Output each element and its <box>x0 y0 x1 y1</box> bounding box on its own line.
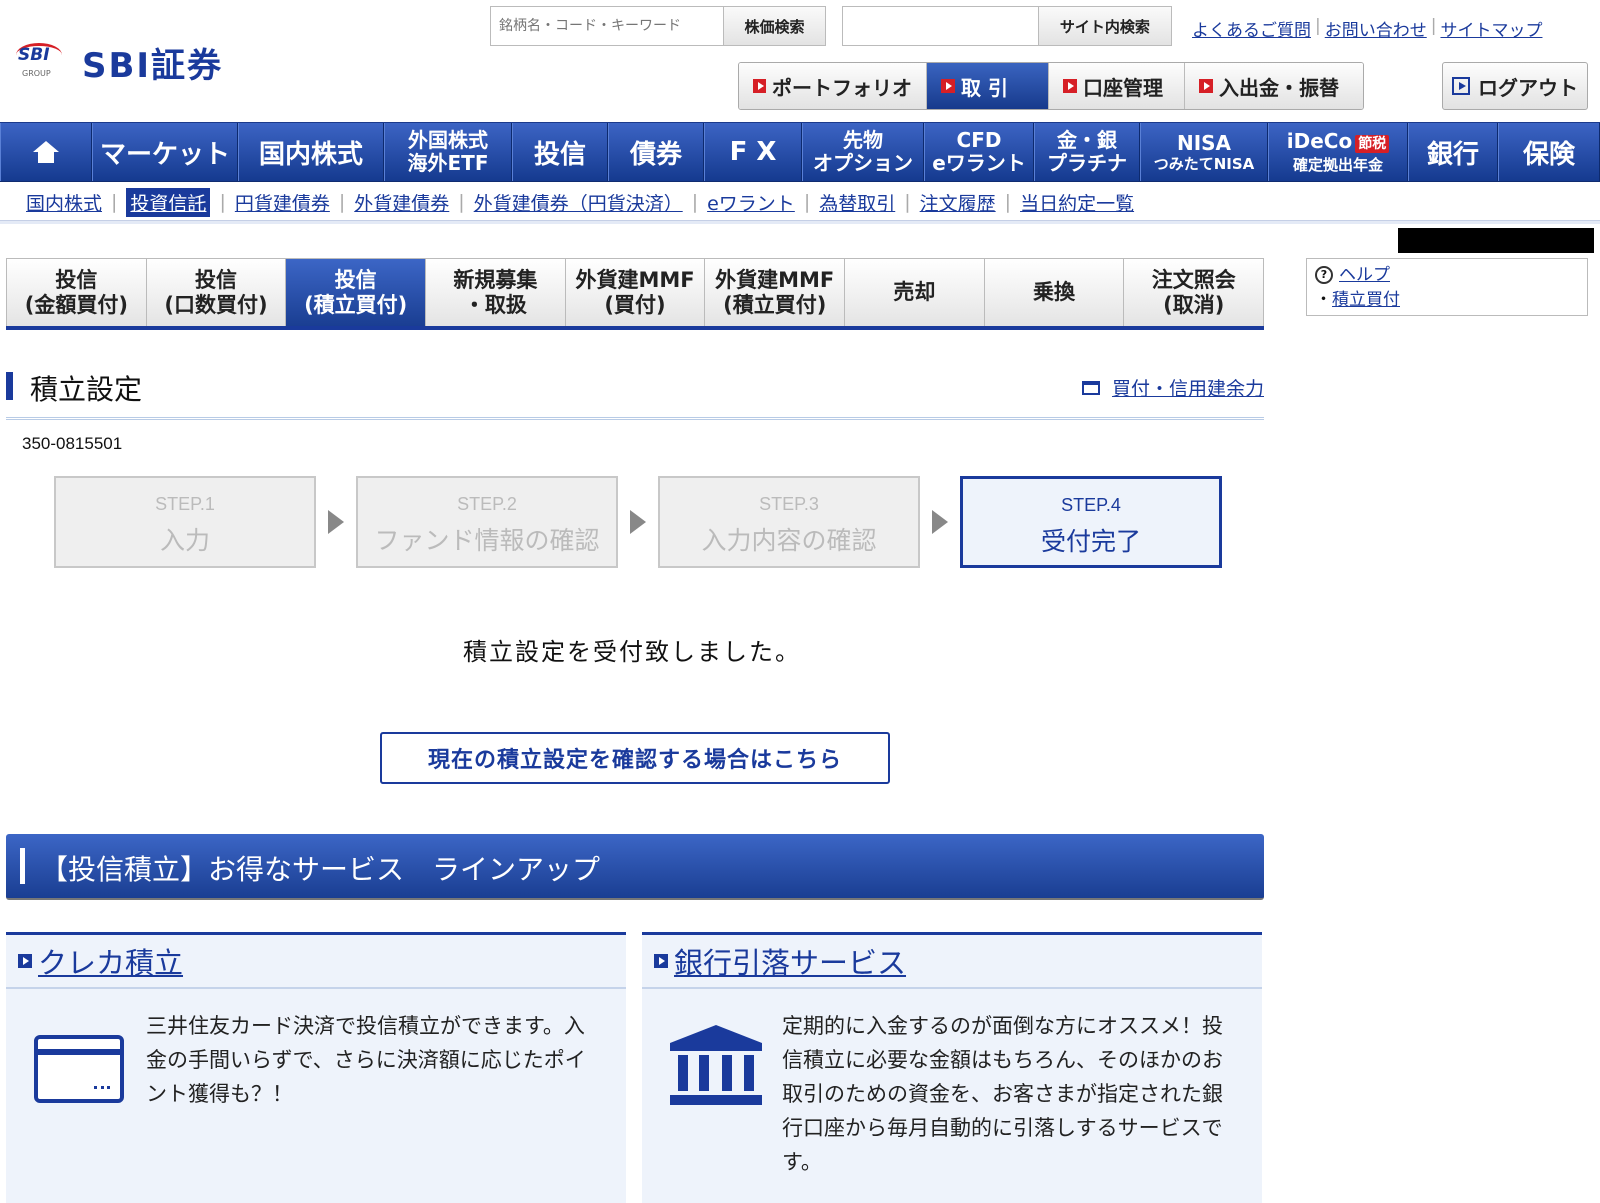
tax-saving-badge: 節税 <box>1355 135 1390 153</box>
tab-account-management[interactable]: 口座管理 <box>1049 63 1185 109</box>
credit-card-icon <box>34 1035 124 1103</box>
step-4-current: STEP.4 受付完了 <box>960 476 1222 568</box>
main-nav: マーケット 国内株式 外国株式 海外ETF 投信 債券 F X 先物 オプション C… <box>0 122 1600 182</box>
red-arrow-icon <box>1063 79 1077 93</box>
bank-debit-service-card: 銀行引落サービス 定期的に入金するのが面倒な方にオススメ！投信積立に必要な金額は… <box>642 932 1262 1203</box>
contact-link[interactable]: お問い合わせ <box>1325 16 1427 41</box>
nav-bonds[interactable]: 債券 <box>608 123 704 181</box>
stock-search-button[interactable]: 株価検索 <box>723 7 825 45</box>
tab-portfolio[interactable]: ポートフォリオ <box>739 63 927 109</box>
subnav-today-executions[interactable]: 当日約定一覧 <box>1020 189 1134 216</box>
bank-icon <box>670 1025 762 1105</box>
bank-debit-service-description: 定期的に入金するのが面倒な方にオススメ！投信積立に必要な金額はもちろん、そのほか… <box>782 1014 1223 1174</box>
sitemap-link[interactable]: サイトマップ <box>1440 16 1542 41</box>
nav-cfd[interactable]: CFD eワラント <box>924 123 1034 181</box>
site-search-input[interactable] <box>843 7 1038 45</box>
subnav-divider <box>0 220 1600 224</box>
tab-unit-buy[interactable]: 投信 (口数買付) <box>146 259 287 326</box>
help-box: ? ヘルプ ・積立買付 <box>1306 258 1588 316</box>
view-reserve-settings-button[interactable]: 現在の積立設定を確認する場合はこちら <box>380 732 890 784</box>
new-window-icon <box>1081 380 1100 395</box>
tab-switch[interactable]: 乗換 <box>984 259 1125 326</box>
nav-toshin[interactable]: 投信 <box>512 123 608 181</box>
tab-new-offering[interactable]: 新規募集 ・取扱 <box>426 259 566 326</box>
nav-fx[interactable]: F X <box>704 123 802 181</box>
step-arrow-icon <box>328 510 344 534</box>
subnav-yen-bonds[interactable]: 円貨建債券 <box>235 189 330 216</box>
step-arrow-icon <box>932 510 948 534</box>
nav-gold-silver[interactable]: 金・銀 プラチナ <box>1034 123 1140 181</box>
nav-home[interactable] <box>0 123 92 181</box>
brand-name: SBI証券 <box>82 46 224 86</box>
tab-fc-mmf-reserve[interactable]: 外貨建MMF (積立買付) <box>705 259 846 326</box>
nav-insurance[interactable]: 保険 <box>1498 123 1600 181</box>
credit-card-reserve-card: クレカ積立 三井住友カード決済で投信積立ができます。入金の手間いらずで、さらに決… <box>6 932 626 1203</box>
nav-nisa[interactable]: NISA つみたてNISA <box>1140 123 1268 181</box>
tab-order-inquiry[interactable]: 注文照会 (取消) <box>1124 259 1265 326</box>
tab-sell[interactable]: 売却 <box>845 259 985 326</box>
subnav-foreign-bonds[interactable]: 外貨建債券 <box>354 189 449 216</box>
help-reserve-buy-link[interactable]: 積立買付 <box>1332 290 1400 310</box>
page-title: 積立設定 <box>30 373 143 406</box>
lineup-title: 【投信積立】お得なサービス ラインアップ <box>40 853 601 886</box>
completion-message: 積立設定を受付致しました。 <box>463 638 801 666</box>
help-icon: ? <box>1315 266 1333 284</box>
section-header: 積立設定 買付・信用建余力 <box>6 368 1264 420</box>
tab-trade[interactable]: 取 引 <box>927 63 1049 109</box>
sbi-group-mark-icon: SBI GROUP <box>16 42 64 83</box>
account-number: 350-0815501 <box>22 434 123 453</box>
subnav-foreign-bonds-yen[interactable]: 外貨建債券（円貨決済） <box>474 189 683 216</box>
tab-fc-mmf-buy[interactable]: 外貨建MMF (買付) <box>565 259 706 326</box>
home-icon <box>33 141 59 163</box>
nav-foreign-stocks[interactable]: 外国株式 海外ETF <box>384 123 512 181</box>
credit-card-reserve-link[interactable]: クレカ積立 <box>38 940 183 982</box>
step-3: STEP.3 入力内容の確認 <box>658 476 920 568</box>
subnav-fx-exchange[interactable]: 為替取引 <box>819 189 895 216</box>
nav-futures-options[interactable]: 先物 オプション <box>802 123 924 181</box>
lineup-banner: 【投信積立】お得なサービス ラインアップ <box>6 834 1264 900</box>
nav-domestic-stocks[interactable]: 国内株式 <box>238 123 384 181</box>
logout-button[interactable]: ログアウト <box>1442 62 1588 110</box>
arrow-icon <box>18 954 32 968</box>
redacted-area <box>1398 228 1594 253</box>
step-2: STEP.2 ファンド情報の確認 <box>356 476 618 568</box>
faq-link[interactable]: よくあるご質問 <box>1192 16 1311 41</box>
red-arrow-icon <box>753 79 766 93</box>
subnav-order-history[interactable]: 注文履歴 <box>920 189 996 216</box>
account-tabs: ポートフォリオ 取 引 口座管理 入出金・振替 <box>738 62 1364 110</box>
help-link[interactable]: ヘルプ <box>1339 265 1390 285</box>
site-search-button[interactable]: サイト内検索 <box>1037 7 1171 45</box>
subnav-investment-trust[interactable]: 投資信託 <box>126 187 211 217</box>
subnav-domestic-stocks[interactable]: 国内株式 <box>26 189 102 216</box>
utility-links: よくあるご質問 | お問い合わせ | サイトマップ <box>1192 16 1543 41</box>
red-arrow-icon <box>941 79 955 93</box>
step-arrow-icon <box>630 510 646 534</box>
logout-icon <box>1452 77 1470 95</box>
site-search: サイト内検索 <box>842 6 1172 46</box>
credit-card-reserve-description: 三井住友カード決済で投信積立ができます。入金の手間いらずで、さらに決済額に応じた… <box>146 1014 586 1106</box>
sub-nav: 国内株式 | 投資信託 | 円貨建債券 | 外貨建債券 | 外貨建債券（円貨決済） | e… <box>26 187 1134 217</box>
stock-search-input[interactable] <box>491 7 723 45</box>
fund-order-tabs: 投信 (金額買付) 投信 (口数買付) 投信 (積立買付) 新規募集 ・取扱 外貨建MM… <box>6 258 1265 330</box>
bank-debit-service-link[interactable]: 銀行引落サービス <box>674 940 906 982</box>
nav-market[interactable]: マーケット <box>92 123 238 181</box>
tab-deposit-transfer[interactable]: 入出金・振替 <box>1185 63 1363 109</box>
sbi-logo[interactable]: SBI GROUP SBI証券 <box>16 38 223 87</box>
nav-ideco[interactable]: iDeCo 節税 確定拠出年金 <box>1268 123 1408 181</box>
stock-search: 株価検索 <box>490 6 826 46</box>
tab-amount-buy[interactable]: 投信 (金額買付) <box>6 259 147 326</box>
nav-bank[interactable]: 銀行 <box>1408 123 1498 181</box>
step-1: STEP.1 入力 <box>54 476 316 568</box>
buying-power-link[interactable]: 買付・信用建余力 <box>1081 374 1264 401</box>
arrow-icon <box>654 954 668 968</box>
subnav-ewarrant[interactable]: eワラント <box>707 189 795 216</box>
tab-reserve-buy[interactable]: 投信 (積立買付) <box>286 259 427 326</box>
red-arrow-icon <box>1199 79 1213 93</box>
